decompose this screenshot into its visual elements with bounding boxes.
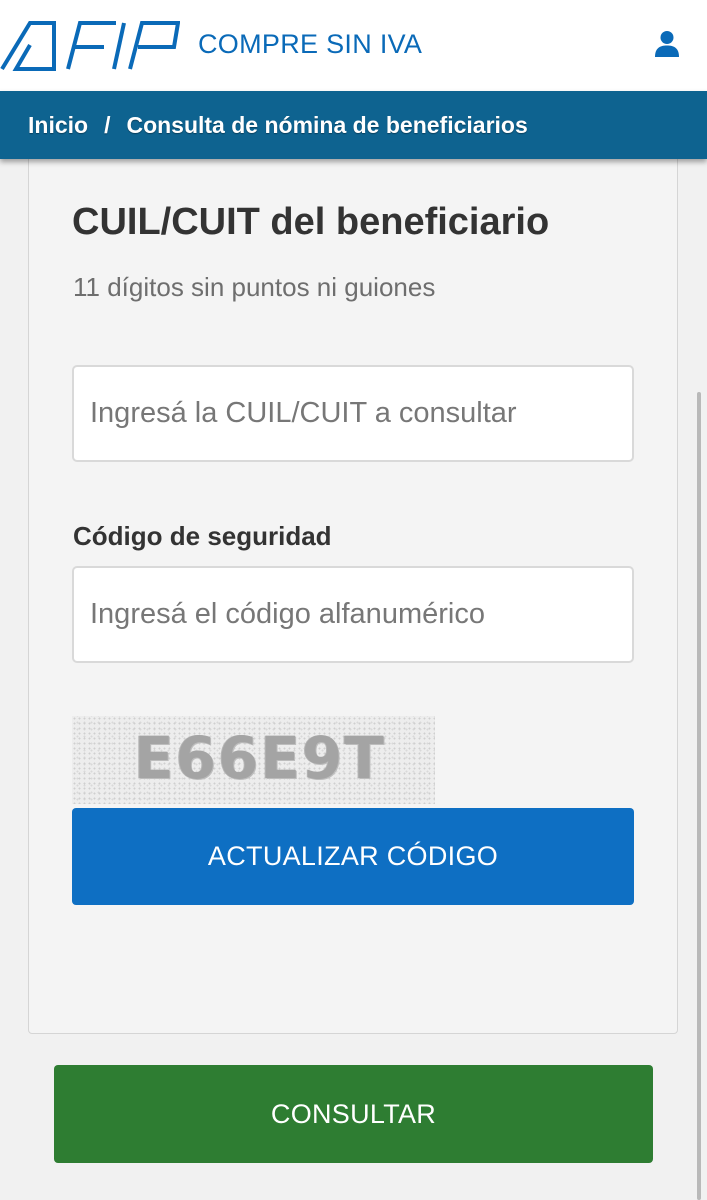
afip-logo: [0, 21, 180, 71]
scrollbar[interactable]: [697, 392, 701, 1200]
refresh-code-button[interactable]: ACTUALIZAR CÓDIGO: [72, 808, 634, 905]
breadcrumb-separator: /: [104, 111, 111, 138]
breadcrumb-home-link[interactable]: Inicio: [28, 112, 88, 139]
consult-button[interactable]: CONSULTAR: [54, 1065, 653, 1163]
form-hint: 11 dígitos sin puntos ni guiones: [73, 272, 436, 302]
breadcrumb: Inicio / Consulta de nómina de beneficia…: [0, 91, 707, 159]
captcha-image: E66E9T: [72, 716, 435, 804]
security-code-input[interactable]: [72, 566, 634, 663]
app-header: COMPRE SIN IVA: [0, 0, 707, 91]
captcha-text: E66E9T: [134, 724, 386, 792]
cuil-input[interactable]: [72, 365, 634, 462]
user-icon[interactable]: [654, 30, 680, 58]
form-title: CUIL/CUIT del beneficiario: [72, 201, 550, 243]
breadcrumb-current: Consulta de nómina de beneficiarios: [126, 111, 528, 138]
app-title: COMPRE SIN IVA: [198, 29, 423, 59]
security-code-label: Código de seguridad: [73, 521, 332, 551]
